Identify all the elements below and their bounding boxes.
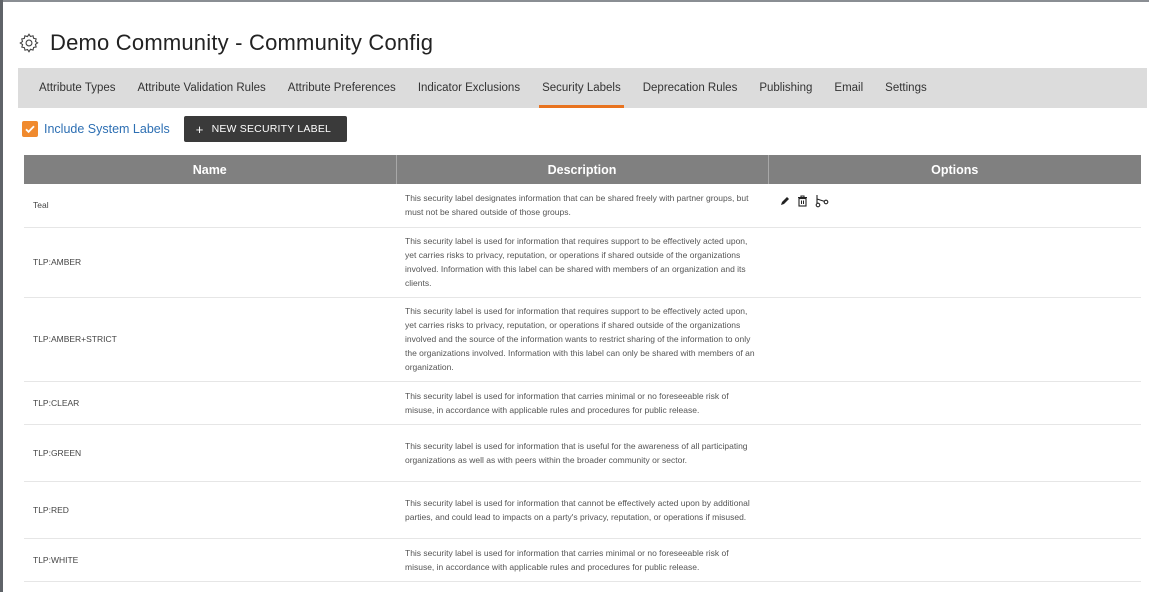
- table-row[interactable]: TLP:WHITE This security label is used fo…: [24, 538, 1141, 582]
- label-options: [768, 184, 1141, 228]
- label-description: This security label is used for informat…: [396, 538, 768, 582]
- gear-icon: [18, 32, 40, 54]
- label-options: [768, 481, 1141, 539]
- tab-deprecation-rules[interactable]: Deprecation Rules: [632, 68, 749, 108]
- tab-attribute-validation-rules[interactable]: Attribute Validation Rules: [127, 68, 277, 108]
- toolbar: Include System Labels + NEW SECURITY LAB…: [22, 116, 348, 142]
- tab-indicator-exclusions[interactable]: Indicator Exclusions: [407, 68, 531, 108]
- column-header-description[interactable]: Description: [396, 155, 769, 184]
- new-security-label-button[interactable]: + NEW SECURITY LABEL: [183, 116, 348, 142]
- label-description: This security label is used for informat…: [396, 481, 768, 539]
- label-name: TLP:GREEN: [24, 424, 396, 482]
- tab-settings[interactable]: Settings: [874, 68, 938, 108]
- page-title: Demo Community - Community Config: [50, 30, 434, 55]
- tab-security-labels[interactable]: Security Labels: [531, 68, 632, 108]
- tab-attribute-types[interactable]: Attribute Types: [28, 68, 127, 108]
- label-name: TLP:WHITE: [24, 538, 396, 582]
- label-name: TLP:CLEAR: [24, 381, 396, 425]
- tab-attribute-preferences[interactable]: Attribute Preferences: [277, 68, 407, 108]
- label-name: TLP:RED: [24, 481, 396, 539]
- label-options: [768, 381, 1141, 425]
- label-name: TLP:AMBER: [24, 227, 396, 298]
- checkmark-icon: [25, 125, 35, 134]
- label-description: This security label is used for informat…: [396, 381, 768, 425]
- column-header-name[interactable]: Name: [24, 155, 397, 184]
- edit-icon[interactable]: [780, 196, 790, 206]
- table-row[interactable]: TLP:RED This security label is used for …: [24, 481, 1141, 539]
- table-row[interactable]: TLP:AMBER This security label is used fo…: [24, 227, 1141, 298]
- delete-icon[interactable]: [797, 195, 808, 207]
- label-name: Teal: [24, 184, 396, 228]
- table-row[interactable]: TLP:AMBER+STRICT This security label is …: [24, 297, 1141, 382]
- security-labels-table: Name Description Options Teal This secur…: [24, 155, 1141, 582]
- plus-icon: +: [195, 121, 204, 137]
- window-left-border: [0, 0, 3, 592]
- tab-email[interactable]: Email: [823, 68, 874, 108]
- scissors-icon[interactable]: [815, 194, 829, 208]
- table-row[interactable]: TLP:CLEAR This security label is used fo…: [24, 381, 1141, 425]
- include-system-labels-checkbox[interactable]: [22, 121, 38, 137]
- label-description: This security label is used for informat…: [396, 227, 768, 298]
- window-top-border: [0, 0, 1149, 2]
- config-tabs: Attribute Types Attribute Validation Rul…: [18, 68, 1147, 108]
- label-description: This security label is used for informat…: [396, 297, 768, 382]
- label-options: [768, 227, 1141, 298]
- label-options: [768, 424, 1141, 482]
- label-description: This security label designates informati…: [396, 184, 768, 228]
- page-header: Demo Community - Community Config: [18, 28, 433, 58]
- include-system-labels-label[interactable]: Include System Labels: [44, 122, 170, 136]
- table-header-row: Name Description Options: [24, 155, 1141, 184]
- tab-publishing[interactable]: Publishing: [748, 68, 823, 108]
- label-options: [768, 297, 1141, 382]
- table-row[interactable]: TLP:GREEN This security label is used fo…: [24, 424, 1141, 482]
- column-header-options: Options: [768, 155, 1141, 184]
- label-name: TLP:AMBER+STRICT: [24, 297, 396, 382]
- label-options: [768, 538, 1141, 582]
- label-description: This security label is used for informat…: [396, 424, 768, 482]
- table-row[interactable]: Teal This security label designates info…: [24, 184, 1141, 228]
- new-security-label-button-label: NEW SECURITY LABEL: [211, 123, 332, 135]
